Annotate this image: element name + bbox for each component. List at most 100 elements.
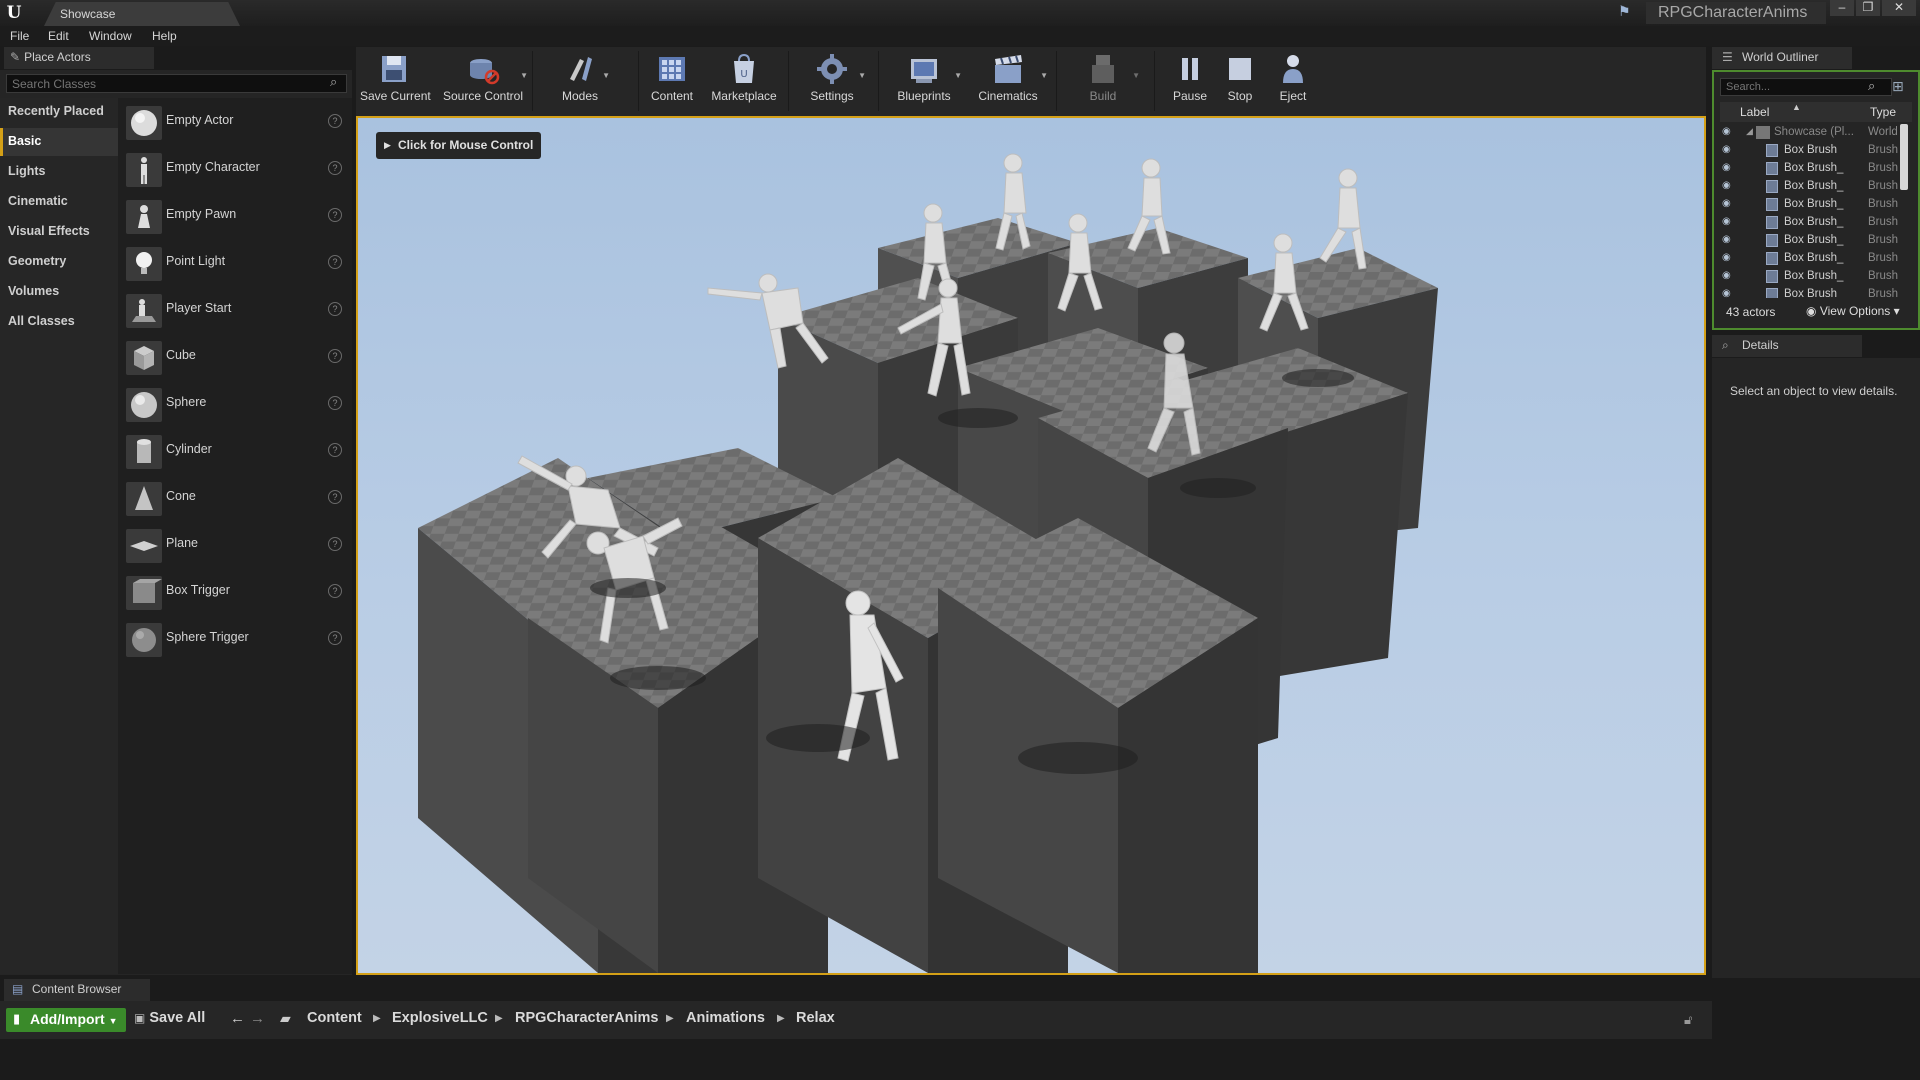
outliner-scrollbar[interactable]	[1900, 124, 1908, 190]
outliner-row[interactable]: ◉ Box Brush_ Brush	[1720, 268, 1900, 286]
outliner-row[interactable]: ◉ Box Brush_ Brush	[1720, 250, 1900, 268]
breadcrumb-animations[interactable]: Animations	[686, 1010, 765, 1026]
dropdown-arrow-icon[interactable]: ▼	[1132, 71, 1140, 80]
help-icon[interactable]: ?	[328, 490, 342, 504]
actor-item-player-start[interactable]: Player Start ?	[118, 287, 352, 333]
dropdown-arrow-icon[interactable]: ▼	[602, 71, 610, 80]
help-icon[interactable]: ?	[328, 631, 342, 645]
search-icon[interactable]: ⌕	[1868, 78, 1884, 96]
stop-button[interactable]: Stop	[1218, 47, 1262, 117]
flag-icon[interactable]: ⚑	[1618, 3, 1638, 23]
eye-icon[interactable]: ◉	[1722, 288, 1731, 298]
help-icon[interactable]: ?	[328, 443, 342, 457]
column-type[interactable]: Type	[1870, 105, 1896, 119]
outliner-row[interactable]: ◉ Box Brush_ Brush	[1720, 178, 1900, 196]
blueprints-button[interactable]: Blueprints ▼	[888, 47, 962, 117]
breadcrumb-separator-icon[interactable]: ▶	[373, 1013, 381, 1024]
breadcrumb-content[interactable]: Content	[307, 1010, 362, 1026]
outliner-row[interactable]: ◉ Box Brush_ Brush	[1720, 160, 1900, 178]
category-volumes[interactable]: Volumes	[0, 278, 118, 306]
eye-icon[interactable]: ◉	[1722, 198, 1731, 209]
minimize-button[interactable]: –	[1830, 0, 1854, 16]
outliner-row[interactable]: ◉ Box Brush_ Brush	[1720, 196, 1900, 214]
actor-item-empty-character[interactable]: Empty Character ?	[118, 146, 352, 192]
actor-item-box-trigger[interactable]: Box Trigger ?	[118, 569, 352, 615]
outliner-row[interactable]: ◉ Box Brush_ Brush	[1720, 214, 1900, 232]
help-icon[interactable]: ?	[328, 349, 342, 363]
details-tab[interactable]: ⌕ Details	[1712, 335, 1862, 357]
dropdown-arrow-icon[interactable]: ▼	[1040, 71, 1048, 80]
build-button[interactable]: Build ▼	[1068, 47, 1140, 117]
lock-icon[interactable]: 🔓︎	[1684, 1012, 1692, 1028]
actor-item-cube[interactable]: Cube ?	[118, 334, 352, 380]
modes-button[interactable]: Modes ▼	[552, 47, 610, 117]
level-tab[interactable]: Showcase	[44, 2, 240, 26]
category-basic[interactable]: Basic	[0, 128, 118, 156]
help-icon[interactable]: ?	[328, 114, 342, 128]
settings-button[interactable]: Settings ▼	[800, 47, 866, 117]
marketplace-button[interactable]: U Marketplace	[706, 47, 782, 117]
dropdown-arrow-icon[interactable]: ▼	[954, 71, 962, 80]
unreal-logo-icon[interactable]: U	[4, 3, 24, 23]
content-button[interactable]: Content	[644, 47, 700, 117]
category-visual-effects[interactable]: Visual Effects	[0, 218, 118, 246]
eye-icon[interactable]: ◉	[1722, 144, 1731, 155]
level-viewport[interactable]: ▶ Click for Mouse Control	[356, 116, 1706, 975]
back-arrow-icon[interactable]: ←	[230, 1010, 245, 1027]
content-browser-tab[interactable]: ▤ Content Browser	[4, 979, 150, 1001]
mouse-control-button[interactable]: ▶ Click for Mouse Control	[376, 132, 542, 159]
breadcrumb-separator-icon[interactable]: ▶	[495, 1013, 503, 1024]
close-button[interactable]: ✕	[1882, 0, 1916, 16]
menu-edit[interactable]: Edit	[48, 29, 69, 43]
actor-item-cone[interactable]: Cone ?	[118, 475, 352, 521]
eye-icon[interactable]: ◉	[1722, 126, 1731, 137]
eye-icon[interactable]: ◉	[1722, 252, 1731, 263]
dropdown-arrow-icon[interactable]: ▼	[858, 71, 866, 80]
menu-window[interactable]: Window	[89, 29, 132, 43]
outliner-search-input[interactable]	[1720, 78, 1892, 96]
search-classes-input[interactable]	[6, 74, 347, 93]
category-geometry[interactable]: Geometry	[0, 248, 118, 276]
eject-button[interactable]: Eject	[1268, 47, 1318, 117]
actor-item-plane[interactable]: Plane ?	[118, 522, 352, 568]
help-icon[interactable]: ?	[328, 208, 342, 222]
help-icon[interactable]: ?	[328, 537, 342, 551]
outliner-row[interactable]: ◉ Box Brush Brush	[1720, 142, 1900, 160]
eye-icon[interactable]: ◉	[1722, 180, 1731, 191]
source-control-button[interactable]: Source Control ▼	[440, 47, 528, 117]
collapse-arrow-icon[interactable]: ◢	[1746, 126, 1753, 137]
breadcrumb-relax[interactable]: Relax	[796, 1010, 835, 1026]
help-icon[interactable]: ?	[328, 396, 342, 410]
breadcrumb-explosivellc[interactable]: ExplosiveLLC	[392, 1010, 488, 1026]
category-recently-placed[interactable]: Recently Placed	[0, 98, 118, 126]
eye-icon[interactable]: ◉	[1722, 216, 1731, 227]
help-icon[interactable]: ?	[328, 584, 342, 598]
add-import-button[interactable]: ▮ Add/Import ▼	[6, 1008, 126, 1032]
actor-item-point-light[interactable]: Point Light ?	[118, 240, 352, 286]
actor-item-cylinder[interactable]: Cylinder ?	[118, 428, 352, 474]
breadcrumb-rpgcharacteranims[interactable]: RPGCharacterAnims	[515, 1010, 658, 1026]
outliner-row[interactable]: ◉ Box Brush_ Brush	[1720, 232, 1900, 250]
eye-icon[interactable]: ◉	[1722, 234, 1731, 245]
column-label[interactable]: Label	[1740, 105, 1769, 119]
save-current-button[interactable]: Save Current	[360, 47, 431, 117]
help-icon[interactable]: ?	[328, 255, 342, 269]
forward-arrow-icon[interactable]: →	[250, 1010, 265, 1027]
category-lights[interactable]: Lights	[0, 158, 118, 186]
eye-icon[interactable]: ◉	[1722, 162, 1731, 173]
place-actors-tab[interactable]: ✎ Place Actors	[4, 47, 154, 69]
actor-item-sphere-trigger[interactable]: Sphere Trigger ?	[118, 616, 352, 662]
dropdown-arrow-icon[interactable]: ▼	[520, 71, 528, 80]
actor-item-empty-pawn[interactable]: Empty Pawn ?	[118, 193, 352, 239]
help-icon[interactable]: ?	[328, 302, 342, 316]
actor-item-empty-actor[interactable]: Empty Actor ?	[118, 99, 352, 145]
eye-icon[interactable]: ◉	[1722, 270, 1731, 281]
breadcrumb-separator-icon[interactable]: ▶	[777, 1013, 785, 1024]
folder-icon[interactable]: ▰	[280, 1010, 291, 1027]
pause-button[interactable]: Pause	[1164, 47, 1216, 117]
restore-button[interactable]: ❐	[1856, 0, 1880, 16]
outliner-row-world[interactable]: ◉ ◢ Showcase (Pl... World	[1720, 124, 1900, 142]
actor-item-sphere[interactable]: Sphere ?	[118, 381, 352, 427]
view-options-button[interactable]: ◉ View Options ▾	[1806, 304, 1900, 318]
save-all-button[interactable]: ▣ Save All	[134, 1010, 205, 1026]
